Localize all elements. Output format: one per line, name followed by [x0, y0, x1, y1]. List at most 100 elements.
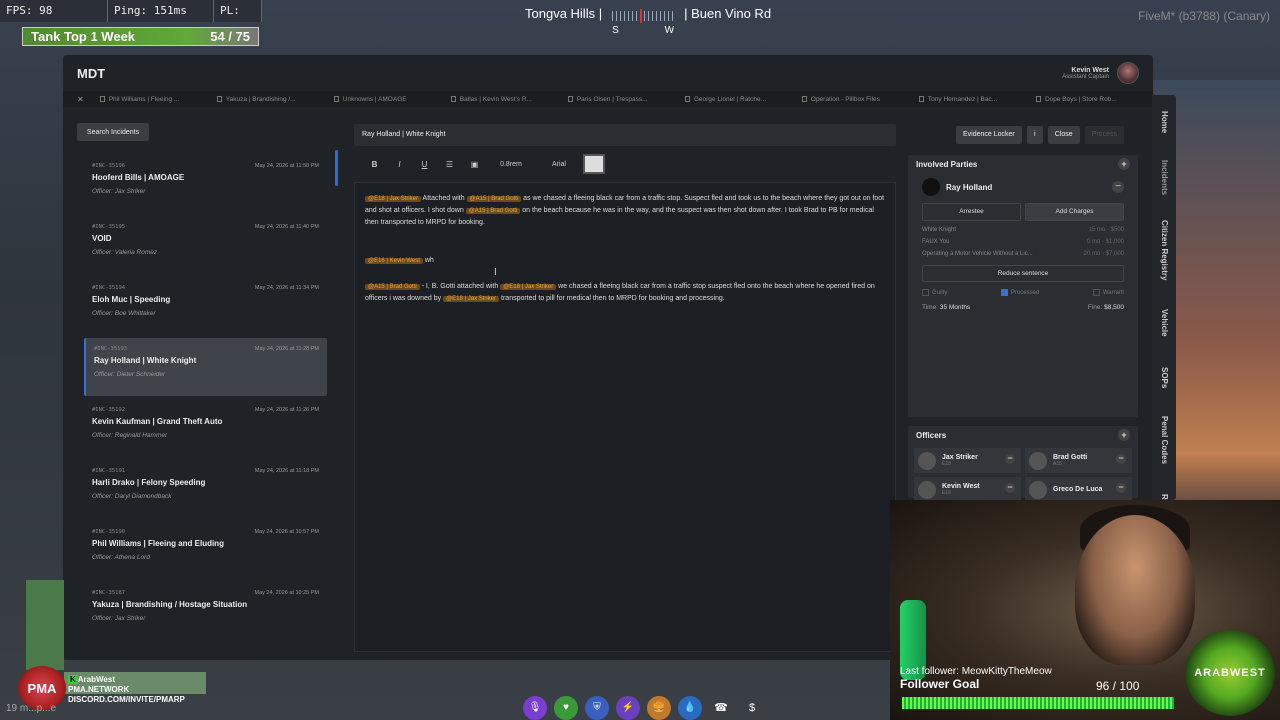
- underline-button[interactable]: U: [412, 160, 437, 169]
- document-icon: [99, 96, 105, 102]
- incident-title: Eloh Muc | Speeding: [92, 295, 171, 304]
- brand-text: ARABWEST: [1194, 667, 1266, 679]
- report-actions: Evidence Locker i Close Process: [956, 126, 1124, 144]
- incident-item[interactable]: #INC-35193 May 24, 2026 at 11:28 PM Ray Ho…: [84, 338, 327, 396]
- add-party-icon[interactable]: +: [1118, 158, 1130, 170]
- image-icon[interactable]: ▣: [462, 160, 487, 169]
- time-label: Time:: [922, 304, 939, 312]
- guilty-checkbox[interactable]: Guilty: [922, 289, 947, 296]
- incident-title: Kevin Kaufman | Grand Theft Auto: [92, 417, 223, 426]
- tab-label: Yakuza | Brandishing /...: [225, 95, 296, 103]
- incident-item[interactable]: #INC-35196 May 24, 2026 at 11:58 PM Hoofer…: [84, 155, 327, 213]
- italic-button[interactable]: I: [387, 160, 412, 169]
- tab-incident[interactable]: Paris Olsen | Trespass...: [567, 96, 685, 103]
- incident-item[interactable]: #INC-35191 May 24, 2026 at 11:18 PM Harli …: [84, 460, 327, 518]
- user-rank: Assistant Captain: [1062, 73, 1109, 80]
- incident-item[interactable]: #INC-35190 May 24, 2026 at 10:57 PM Phil W…: [84, 521, 327, 579]
- tab-incident[interactable]: George Lionel | Ratche...: [684, 96, 802, 103]
- add-officer-icon[interactable]: +: [1118, 429, 1130, 441]
- list-icon[interactable]: ☰: [437, 160, 462, 169]
- incident-date: May 24, 2026 at 11:18 PM: [254, 468, 319, 474]
- reduce-sentence-button[interactable]: Reduce sentence: [922, 265, 1124, 282]
- compass-s: S: [612, 25, 619, 36]
- tab-label: Dope Boys | Store Rob...: [1044, 95, 1117, 103]
- party-card: Ray Holland − Arrestee Add Charges White…: [908, 173, 1138, 315]
- charge-name: FAUX You: [922, 239, 950, 245]
- document-icon: [684, 96, 690, 102]
- document-icon: [216, 96, 222, 102]
- charge-row[interactable]: FAUX You 0 mo · $1,000: [922, 239, 1124, 245]
- report-text: transported to pill for medical then to …: [499, 295, 725, 302]
- font-family-select[interactable]: Arial: [535, 161, 583, 168]
- money-icon: $: [748, 702, 756, 714]
- time-value: 35 Months: [939, 304, 971, 312]
- follower-goal-label: Follower Goal: [900, 677, 980, 691]
- font-size-select[interactable]: 0.8rem: [487, 161, 535, 168]
- tab-incident[interactable]: Operation - Pillbox Files: [801, 96, 919, 103]
- mention-tag: @A15 | Brad Gotti: [365, 284, 420, 290]
- tab-incident[interactable]: Tony Hernandez | Bac...: [918, 95, 1036, 103]
- tab-incident[interactable]: Unknowns | AMOAGE: [333, 96, 451, 103]
- sidebar-item-citizen-registry[interactable]: Citizen Registry: [1152, 205, 1176, 295]
- remove-officer-icon[interactable]: −: [1116, 483, 1126, 493]
- sidebar-item-sops[interactable]: SOPs: [1152, 350, 1176, 405]
- list-scrollbar[interactable]: [335, 150, 338, 186]
- remove-officer-icon[interactable]: −: [1005, 483, 1015, 493]
- incident-title: Yakuza | Brandishing / Hostage Situation: [92, 600, 248, 609]
- color-swatch[interactable]: [583, 154, 605, 174]
- incident-item[interactable]: #INC-35187 May 24, 2026 at 10:25 PM Yakuza…: [84, 582, 327, 640]
- incident-title: Harli Drako | Felony Speeding: [92, 478, 206, 487]
- add-charges-button[interactable]: Add Charges: [1025, 203, 1124, 221]
- remove-officer-icon[interactable]: −: [1005, 454, 1015, 464]
- tab-incident[interactable]: Ballas | Kevin West's R...: [450, 96, 568, 103]
- sidebar-item-vehicle[interactable]: Vehicle: [1152, 295, 1176, 350]
- sidebar-item-incidents[interactable]: Incidents: [1152, 150, 1176, 205]
- process-button[interactable]: Process: [1084, 126, 1124, 144]
- report-title-input[interactable]: Ray Holland | White Knight: [354, 124, 896, 146]
- remove-officer-icon[interactable]: −: [1116, 454, 1126, 464]
- close-button[interactable]: Close: [1047, 126, 1080, 144]
- water-icon: 💧: [678, 696, 702, 720]
- close-tabs-icon[interactable]: ✕: [77, 95, 84, 104]
- officer-name: Greco De Luca: [1053, 486, 1103, 493]
- tab-incident[interactable]: Yakuza | Brandishing /...: [216, 95, 334, 103]
- incident-date: May 24, 2026 at 10:25 PM: [254, 590, 319, 596]
- officer-unit: E16: [942, 490, 951, 496]
- officer-card[interactable]: Greco De Luca −: [1025, 477, 1132, 502]
- sidebar-item-home[interactable]: Home: [1152, 95, 1176, 150]
- incident-item[interactable]: #INC-35195 May 24, 2026 at 11:40 PM VOID Of…: [84, 216, 327, 274]
- streamer-face: [1075, 515, 1195, 665]
- incident-officer: Officer: Valeria Romez: [92, 249, 158, 256]
- tab-label: Tony Hernandez | Bac...: [927, 95, 998, 103]
- sentence-totals: Time: 35 Months Fine: $8,500: [922, 304, 1124, 311]
- incident-item[interactable]: #INC-35192 May 24, 2026 at 11:26 PM Kevin …: [84, 399, 327, 457]
- sidebar-item-penal-codes[interactable]: Penal Codes: [1152, 405, 1176, 475]
- tank-progress-bar: Tank Top 1 Week 54 / 75: [22, 27, 259, 46]
- evidence-locker-button[interactable]: Evidence Locker: [956, 126, 1022, 144]
- charge-row[interactable]: White Knight 15 mo · $500: [922, 227, 1124, 233]
- officer-name: Jax Striker: [942, 454, 978, 461]
- arrestee-button[interactable]: Arrestee: [922, 203, 1021, 221]
- processed-checkbox[interactable]: Processed: [1000, 289, 1040, 297]
- charge-row[interactable]: Operating a Motor Vehicle Without a Lic.…: [922, 251, 1124, 257]
- report-body[interactable]: @E18 | Jax Striker Attached with @A15 | …: [354, 182, 896, 652]
- officer-card[interactable]: Brad Gotti A15 −: [1025, 448, 1132, 473]
- incident-title: Ray Holland | White Knight: [94, 356, 197, 365]
- search-incidents-button[interactable]: Search Incidents: [77, 123, 149, 141]
- mention-tag: @A15 | Brad Gotti: [465, 208, 521, 214]
- bold-button[interactable]: B: [362, 160, 387, 169]
- remove-party-icon[interactable]: −: [1112, 181, 1124, 193]
- user-name: Kevin West: [1071, 66, 1109, 74]
- processed-label: Processed: [1010, 290, 1040, 297]
- pma-discord: DISCORD.COM/INVITE/PMARP: [68, 695, 185, 704]
- tab-incident[interactable]: Dope Boys | Store Rob...: [1035, 95, 1153, 103]
- officer-avatar: [918, 451, 936, 470]
- officer-card[interactable]: Jax Striker E18 −: [914, 448, 1021, 473]
- officer-card[interactable]: Kevin West E16 −: [914, 477, 1021, 502]
- tab-incident[interactable]: Phil Williams | Fleeing ...: [99, 96, 217, 103]
- avatar[interactable]: [1117, 62, 1139, 84]
- info-icon[interactable]: i: [1026, 126, 1043, 144]
- fine-label: Fine:: [1087, 304, 1103, 312]
- warrant-checkbox[interactable]: Warrant: [1092, 289, 1124, 296]
- incident-item[interactable]: #INC-35194 May 24, 2026 at 11:34 PM Eloh M…: [84, 277, 327, 335]
